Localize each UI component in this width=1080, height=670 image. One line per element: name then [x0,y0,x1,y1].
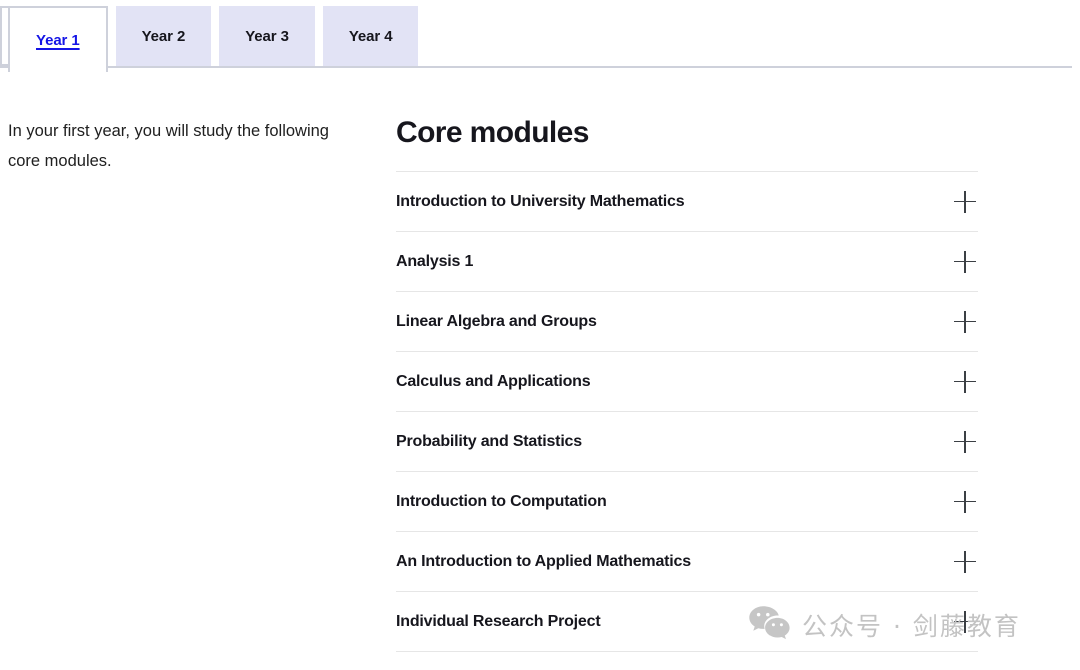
accordion-item-title: Introduction to University Mathematics [396,192,685,210]
plus-icon[interactable] [954,490,976,513]
plus-icon[interactable] [954,430,976,453]
plus-icon[interactable] [954,610,976,633]
tabstrip-tabs: Year 1 Year 2 Year 3 Year 4 [0,0,419,72]
tab-year-2[interactable]: Year 2 [115,6,212,66]
accordion-item-title: Linear Algebra and Groups [396,312,597,330]
accordion-item-title: Introduction to Computation [396,492,607,510]
tab-year-3-label: Year 3 [245,27,289,45]
accordion-item-title: Analysis 1 [396,252,474,270]
accordion-item-analysis-1[interactable]: Analysis 1 [396,232,978,292]
page-title: Core modules [396,116,589,149]
accordion-item-an-introduction-to-applied-mathematics[interactable]: An Introduction to Applied Mathematics [396,532,978,592]
accordion-item-calculus-and-applications[interactable]: Calculus and Applications [396,352,978,412]
plus-icon[interactable] [954,190,976,213]
modules-column: Core modules Introduction to University … [396,116,1080,652]
accordion-item-probability-and-statistics[interactable]: Probability and Statistics [396,412,978,472]
accordion-item-title: Probability and Statistics [396,432,582,450]
tab-year-2-label: Year 2 [141,27,186,45]
year-tabs: Year 1 Year 2 Year 3 Year 4 [0,0,1080,72]
accordion-item-introduction-to-university-mathematics[interactable]: Introduction to University Mathematics [396,172,978,232]
accordion-item-title: Individual Research Project [396,612,601,630]
accordion-item-introduction-to-computation[interactable]: Introduction to Computation [396,472,978,532]
plus-icon[interactable] [954,550,976,573]
intro-column: In your first year, you will study the f… [0,116,396,652]
plus-icon[interactable] [954,370,976,393]
accordion-item-title: An Introduction to Applied Mathematics [396,552,691,570]
intro-text: In your first year, you will study the f… [8,122,329,170]
accordion-item-individual-research-project[interactable]: Individual Research Project [396,592,978,652]
tab-year-1-label: Year 1 [36,31,80,49]
tab-year-4-label: Year 4 [348,27,393,45]
tab-year-4[interactable]: Year 4 [322,6,419,66]
tab-clipped-edge [0,6,8,66]
accordion-item-title: Calculus and Applications [396,372,591,390]
plus-icon[interactable] [954,250,976,273]
accordion-item-linear-algebra-and-groups[interactable]: Linear Algebra and Groups [396,292,978,352]
plus-icon[interactable] [954,310,976,333]
tab-year-1[interactable]: Year 1 [8,6,108,72]
tab-panel-year-1: In your first year, you will study the f… [0,70,1080,652]
tab-year-3[interactable]: Year 3 [219,6,315,66]
core-modules-accordion: Introduction to University Mathematics A… [396,171,978,652]
